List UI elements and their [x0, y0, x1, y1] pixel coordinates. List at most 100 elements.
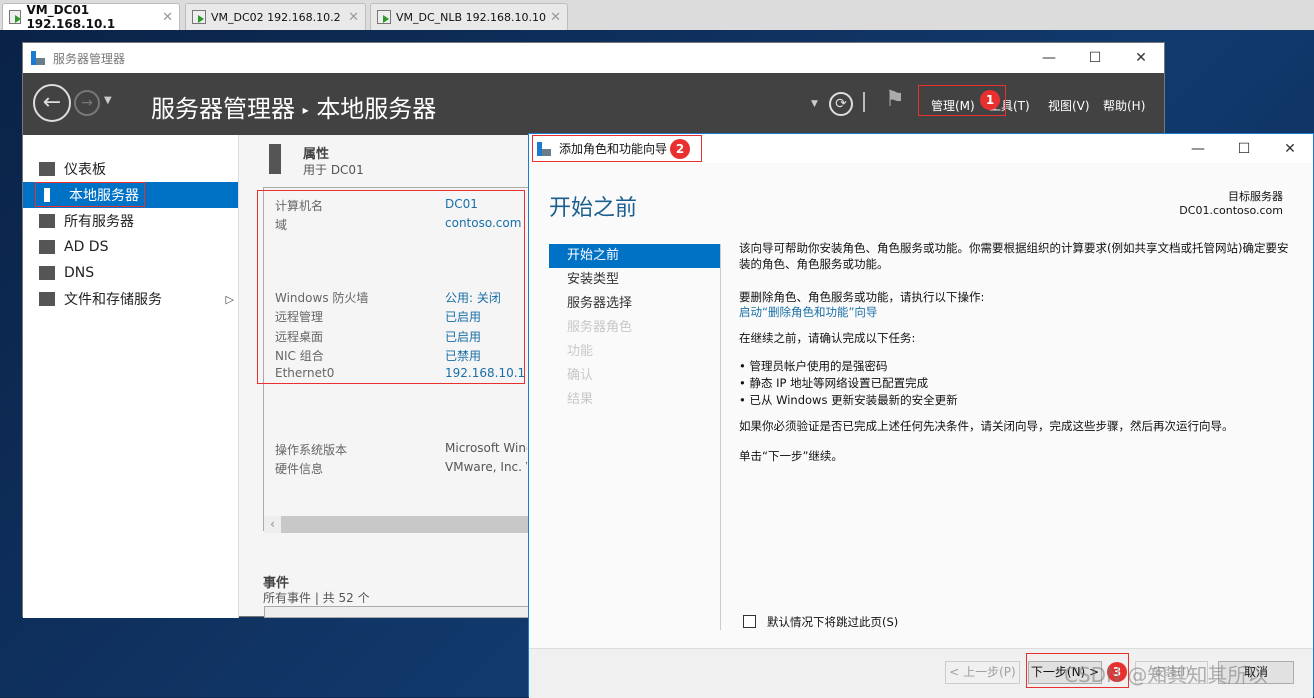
vm-tab-dc02[interactable]: VM_DC02 192.168.10.2 ✕ [185, 3, 366, 30]
prop-remote-mgmt[interactable]: 已启用 [445, 308, 481, 325]
minimize-button[interactable]: — [1026, 43, 1072, 73]
sidebar-item-all-servers[interactable]: 所有服务器 [23, 208, 238, 234]
vm-tab-label: VM_DC02 192.168.10.2 [211, 10, 341, 24]
menu-help[interactable]: 帮助(H) [1103, 97, 1145, 114]
prop-domain[interactable]: contoso.com [445, 216, 521, 230]
prop-remote-desktop[interactable]: 已启用 [445, 328, 481, 345]
annotation-badge: 2 [670, 139, 690, 159]
refresh-icon[interactable]: ⟳ [829, 92, 853, 116]
confirm-text: 在继续之前，请确认完成以下任务: [739, 331, 916, 345]
step-installation-type[interactable]: 安装类型 [549, 268, 720, 292]
vm-tab-bar: VM_DC01 192.168.10.1 ✕ VM_DC02 192.168.10… [0, 0, 1314, 31]
breadcrumb-current: 本地服务器 [316, 95, 437, 123]
vm-tab-label: VM_DC_NLB 192.168.10.10 [396, 10, 547, 24]
step-before-you-begin[interactable]: 开始之前 [549, 244, 720, 268]
events-panel [264, 606, 529, 618]
prop-label: Ethernet0 [275, 366, 335, 380]
intro-text: 该向导可帮助你安装角色、角色服务或功能。你需要根据组织的计算要求(例如共享文档或… [739, 241, 1289, 271]
close-button[interactable]: ✕ [1267, 134, 1313, 164]
file-storage-icon [39, 292, 55, 306]
step-confirmation: 确认 [567, 368, 594, 383]
target-server: 目标服务器 DC01.contoso.com [1179, 188, 1283, 217]
sidebar-item-file-storage[interactable]: 文件和存储服务 ▷ [23, 286, 238, 312]
sidebar: 仪表板 本地服务器 所有服务器 AD DS DNS 文件和存储服务 ▷ [23, 135, 239, 618]
properties-subtitle: 用于 DC01 [303, 163, 364, 177]
title-bar: 服务器管理器 — ☐ ✕ [23, 43, 1164, 73]
vm-tab-dc01[interactable]: VM_DC01 192.168.10.1 ✕ [2, 3, 180, 31]
notifications-flag-icon[interactable]: ⚑ [885, 87, 905, 112]
target-label: 目标服务器 [1228, 190, 1283, 203]
prop-firewall[interactable]: 公用: 关闭 [445, 289, 501, 306]
divider [720, 244, 721, 630]
back-arrow-icon[interactable]: ← [33, 84, 71, 122]
step-server-selection[interactable]: 服务器选择 [549, 292, 720, 316]
step-results: 结果 [567, 392, 594, 407]
bullet-item: • 已从 Windows 更新安装最新的安全更新 [739, 393, 958, 407]
prop-computer-name[interactable]: DC01 [445, 197, 478, 211]
add-roles-wizard: 添加角色和功能向导 — ☐ ✕ 2 开始之前 目标服务器 DC01.contos… [528, 133, 1314, 698]
step-features: 功能 [567, 344, 594, 359]
skip-page-checkbox[interactable] [743, 615, 756, 628]
annotation-badge: 1 [980, 90, 1000, 110]
maximize-button[interactable]: ☐ [1221, 134, 1267, 164]
horizontal-scrollbar[interactable]: ‹ [264, 516, 529, 533]
target-value: DC01.contoso.com [1179, 204, 1283, 217]
close-tab-icon[interactable]: ✕ [162, 10, 173, 25]
prop-label: Windows 防火墙 [275, 291, 369, 305]
prop-hardware: VMware, Inc. V [445, 460, 527, 474]
remove-roles-link[interactable]: 启动“删除角色和功能”向导 [739, 304, 877, 320]
sidebar-item-label: 所有服务器 [64, 214, 134, 230]
dropdown-icon[interactable]: ▼ [811, 99, 818, 109]
vm-icon [9, 10, 22, 24]
prop-nic-teaming[interactable]: 已禁用 [445, 347, 481, 364]
close-tab-icon[interactable]: ✕ [550, 10, 561, 25]
prop-ethernet[interactable]: 192.168.10.1 [445, 366, 525, 380]
prop-os-version: Microsoft Wind [445, 441, 527, 455]
scroll-left-icon[interactable]: ‹ [264, 516, 281, 533]
continue-text: 单击“下一步”继续。 [739, 449, 843, 463]
window-title: 服务器管理器 [53, 51, 126, 66]
bullet-item: • 管理员帐户使用的是强密码 [739, 359, 888, 373]
server-manager-icon [31, 51, 45, 65]
prop-label: 计算机名 [275, 199, 324, 213]
properties-title: 属性 [303, 147, 330, 162]
sidebar-item-dns[interactable]: DNS [23, 260, 238, 286]
history-dropdown-icon[interactable]: ▼ [104, 95, 112, 106]
bullet-item: • 静态 IP 地址等网络设置已配置完成 [739, 376, 929, 390]
sidebar-item-label: AD DS [64, 239, 109, 255]
step-server-roles: 服务器角色 [567, 320, 633, 335]
prop-label: 远程管理 [275, 310, 324, 324]
sidebar-item-label: 仪表板 [64, 162, 106, 178]
events-subtitle: 所有事件 | 共 52 个 [263, 591, 370, 605]
prop-label: 远程桌面 [275, 330, 324, 344]
sidebar-item-label: 文件和存储服务 [64, 292, 162, 308]
sidebar-item-adds[interactable]: AD DS [23, 234, 238, 260]
maximize-button[interactable]: ☐ [1072, 43, 1118, 73]
previous-button[interactable]: < 上一步(P) [945, 661, 1020, 684]
dashboard-icon [39, 162, 55, 176]
minimize-button[interactable]: — [1175, 134, 1221, 164]
close-button[interactable]: ✕ [1118, 43, 1164, 73]
bullet-text: 管理员帐户使用的是强密码 [749, 359, 888, 373]
servers-icon [39, 214, 55, 228]
prop-label: 域 [275, 218, 288, 232]
watermark: CSDN @知其知其所以 [1064, 663, 1268, 687]
breadcrumb: 服务器管理器 ▸ 本地服务器 [151, 89, 436, 124]
page-heading: 开始之前 [549, 196, 638, 221]
vm-tab-nlb[interactable]: VM_DC_NLB 192.168.10.10 ✕ [370, 3, 568, 30]
server-icon [269, 144, 281, 174]
expand-arrow-icon[interactable]: ▷ [226, 293, 234, 306]
verify-text: 如果你必须验证是否已完成上述任何先决条件，请关闭向导，完成这些步骤，然后再次运行… [739, 419, 1234, 433]
vm-icon [192, 10, 206, 24]
skip-page-label[interactable]: 默认情况下将跳过此页(S) [767, 614, 898, 630]
forward-arrow-icon[interactable]: → [74, 90, 100, 116]
sidebar-item-dashboard[interactable]: 仪表板 [23, 156, 238, 182]
bullet-text: 静态 IP 地址等网络设置已配置完成 [749, 376, 929, 390]
close-tab-icon[interactable]: ✕ [348, 10, 359, 25]
annotation-box [35, 182, 145, 207]
menu-view[interactable]: 视图(V) [1048, 97, 1090, 114]
header-bar: ← → ▼ 服务器管理器 ▸ 本地服务器 ▼ ⟳ ⚑ 管理(M) 工具(T) 视… [23, 73, 1164, 135]
prop-label: 操作系统版本 [275, 443, 348, 457]
dns-icon [39, 266, 55, 280]
breadcrumb-root[interactable]: 服务器管理器 [151, 95, 295, 123]
